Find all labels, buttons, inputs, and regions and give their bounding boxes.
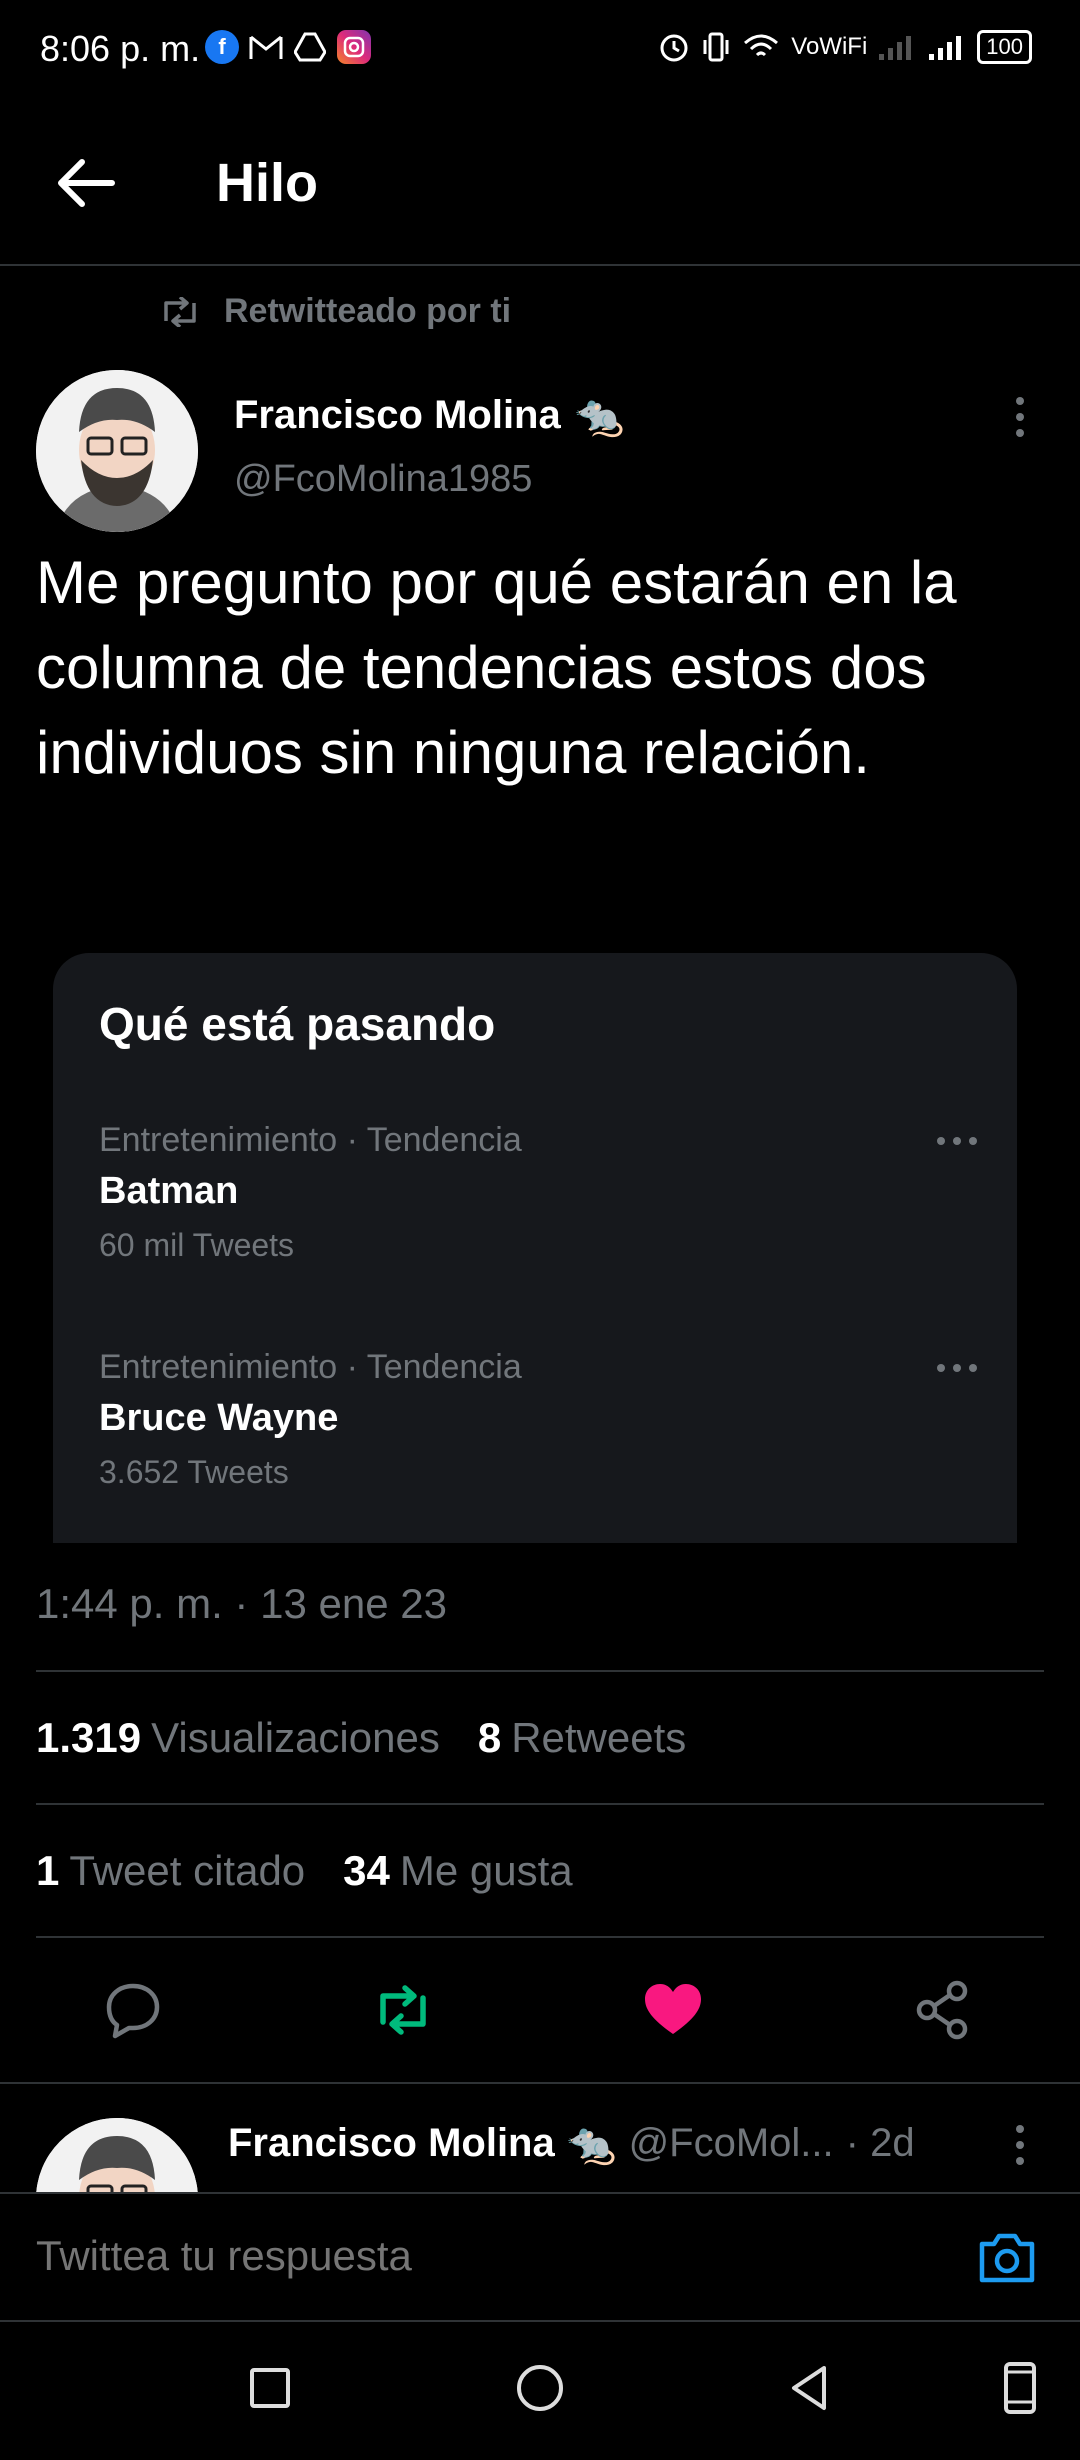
drive-icon xyxy=(293,30,327,64)
reply-composer xyxy=(0,2192,1080,2322)
quotes-stat[interactable]: 1 Tweet citado xyxy=(36,1847,305,1895)
share-icon[interactable] xyxy=(911,1978,975,2042)
author-name[interactable]: Francisco Molina 🐀 xyxy=(234,392,625,439)
quotes-label: Tweet citado xyxy=(69,1846,306,1894)
camera-icon[interactable] xyxy=(976,2230,1038,2286)
reply-time: · 2d xyxy=(845,2121,915,2165)
likes-label: Me gusta xyxy=(399,1846,573,1894)
battery-icon: 100 xyxy=(977,30,1032,64)
retweet-label: Retwitteado por ti xyxy=(224,292,512,330)
system-nav-bar xyxy=(0,2322,1080,2460)
back-arrow-icon[interactable] xyxy=(50,148,120,218)
trend-more-icon xyxy=(937,1364,977,1372)
trend-count: 3.652 Tweets xyxy=(99,1454,289,1490)
home-circle-icon[interactable] xyxy=(510,2358,570,2418)
trend-more-icon xyxy=(937,1137,977,1145)
reply-icon[interactable] xyxy=(101,1978,165,2042)
instagram-icon xyxy=(337,30,371,64)
reply-author-handle[interactable]: @FcoMol... xyxy=(629,2121,834,2166)
tweet-timestamp: 1:44 p. m. · 13 ene 23 xyxy=(36,1580,447,1627)
views-count: 1.319 xyxy=(36,1713,142,1761)
status-system-icons: VoWiFi 100 xyxy=(657,30,1032,64)
author-handle[interactable]: @FcoMolina1985 xyxy=(234,458,532,501)
reply-input[interactable] xyxy=(36,2232,936,2280)
phone-shortcut-icon[interactable] xyxy=(990,2358,1050,2418)
trend-meta: Entretenimiento · Tendencia xyxy=(99,1348,522,1386)
trend-meta: Entretenimiento · Tendencia xyxy=(99,1121,522,1159)
views-label: Visualizaciones xyxy=(151,1713,440,1761)
likes-stat[interactable]: 34 Me gusta xyxy=(343,1847,572,1895)
vibrate-icon xyxy=(703,32,729,62)
status-notification-icons: f xyxy=(205,30,371,64)
recents-square-icon[interactable] xyxy=(240,2358,300,2418)
more-options-icon[interactable] xyxy=(1010,396,1030,438)
retweets-count: 8 xyxy=(477,1713,502,1761)
signal-icon-2 xyxy=(929,36,962,60)
reply-more-options-icon[interactable] xyxy=(1010,2124,1030,2166)
trend-item: Entretenimiento · Tendencia Bruce Wayne … xyxy=(99,1348,979,1491)
reply-header: Francisco Molina 🐀 @FcoMol... · 2d xyxy=(228,2120,915,2167)
rat-emoji-icon: 🐀 xyxy=(566,2122,617,2166)
network-label: VoWiFi xyxy=(791,33,868,60)
likes-count: 34 xyxy=(343,1846,390,1894)
trend-count: 60 mil Tweets xyxy=(99,1227,295,1263)
rat-emoji-icon: 🐀 xyxy=(574,394,625,438)
status-time: 8:06 p. m. xyxy=(40,28,201,69)
retweet-indicator: Retwitteado por ti xyxy=(160,292,511,331)
card-title: Qué está pasando xyxy=(99,998,496,1050)
page-title: Hilo xyxy=(216,153,318,213)
alarm-icon xyxy=(660,34,688,62)
reply-avatar[interactable] xyxy=(36,2118,198,2192)
trend-name: Batman xyxy=(99,1170,239,1212)
facebook-icon: f xyxy=(205,30,239,64)
stats-row-quotes-likes: 1 Tweet citado 34 Me gusta xyxy=(36,1803,1044,1936)
thread-header: Hilo xyxy=(0,100,1080,266)
like-icon[interactable] xyxy=(641,1978,705,2042)
trend-item: Entretenimiento · Tendencia Batman 60 mi… xyxy=(99,1121,979,1264)
status-bar: 8:06 p. m. f VoWiFi 100 xyxy=(0,0,1080,100)
retweet-action-icon[interactable] xyxy=(371,1978,435,2042)
back-triangle-icon[interactable] xyxy=(780,2358,840,2418)
quotes-count: 1 xyxy=(36,1846,60,1894)
reply-author-name[interactable]: Francisco Molina xyxy=(228,2121,555,2166)
tweet-media-image[interactable]: Qué está pasando Entretenimiento · Tende… xyxy=(53,953,1017,1543)
gmail-icon xyxy=(249,30,283,64)
avatar[interactable] xyxy=(36,370,198,532)
retweet-icon xyxy=(164,296,196,327)
stats-row-views-retweets: 1.319 Visualizaciones 8 Retweets xyxy=(36,1670,1044,1803)
tweet-actions-bar xyxy=(36,1936,1044,2082)
author-name-text: Francisco Molina xyxy=(234,393,561,437)
retweets-label: Retweets xyxy=(511,1713,687,1761)
retweets-stat[interactable]: 8 Retweets xyxy=(478,1714,686,1762)
wifi-icon xyxy=(744,34,779,57)
trend-name: Bruce Wayne xyxy=(99,1397,339,1439)
signal-icon xyxy=(879,36,912,60)
tweet-text: Me pregunto por qué estarán en la column… xyxy=(36,549,957,786)
reply-tweet[interactable]: Francisco Molina 🐀 @FcoMol... · 2d xyxy=(0,2082,1080,2192)
views-stat[interactable]: 1.319 Visualizaciones xyxy=(36,1714,440,1762)
